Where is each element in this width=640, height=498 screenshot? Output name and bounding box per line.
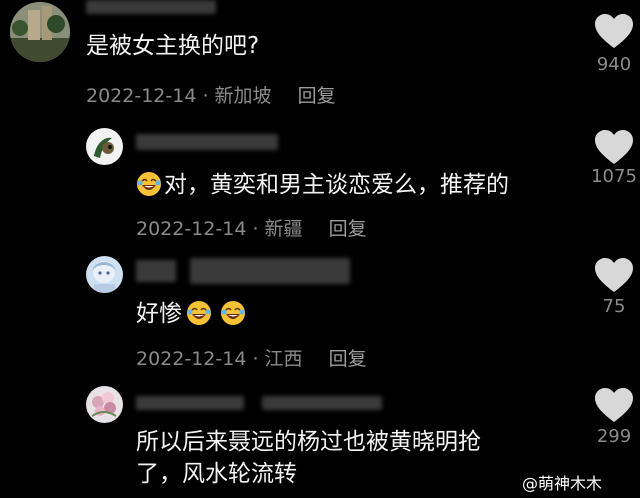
comment-date: 2022-12-14 — [86, 85, 197, 107]
avatar[interactable] — [10, 2, 70, 62]
heart-icon[interactable] — [594, 258, 634, 294]
comment-text: 所以后来聂远的杨过也被黄晓明抢 — [136, 429, 481, 455]
comment-location: 新加坡 — [214, 85, 272, 107]
avatar-image — [86, 128, 123, 165]
avatar[interactable] — [86, 128, 123, 165]
avatar-image — [86, 256, 123, 293]
username-redacted — [136, 134, 278, 150]
username-redacted — [190, 258, 350, 284]
comment-text: 对，黄奕和男主谈恋爱么，推荐的 — [164, 172, 509, 198]
reply-button[interactable]: 回复 — [329, 218, 367, 240]
meta-separator: · — [246, 218, 265, 240]
comment-text: 好惨 — [136, 301, 182, 327]
laughing-tears-emoji-icon — [221, 301, 245, 325]
heart-icon[interactable] — [594, 14, 634, 50]
laughing-tears-emoji-icon — [187, 301, 211, 325]
comment-meta: 2022-12-14 · 新疆 回复 — [136, 214, 367, 241]
comment-meta: 2022-12-14 · 新加坡 回复 — [86, 81, 336, 108]
comment-text: 是被女主换的吧? — [86, 33, 260, 59]
meta-separator: · — [246, 348, 265, 370]
username-redacted — [136, 260, 176, 282]
comment-date: 2022-12-14 — [136, 218, 247, 240]
heart-icon[interactable] — [594, 130, 634, 166]
comment-text: 了，风水轮流转 — [136, 461, 297, 487]
like-count: 75 — [602, 296, 626, 317]
comment-text-row: 好惨 — [136, 298, 248, 330]
like-count: 940 — [596, 54, 632, 75]
like-count: 299 — [596, 426, 632, 447]
reply-button[interactable]: 回复 — [298, 85, 336, 107]
laughing-tears-emoji-icon — [137, 172, 161, 196]
username-redacted — [136, 396, 244, 410]
avatar-image — [86, 386, 123, 423]
meta-separator: · — [196, 85, 215, 107]
comment-date: 2022-12-14 — [136, 348, 247, 370]
avatar-image — [10, 2, 70, 62]
comment-meta: 2022-12-14 · 江西 回复 — [136, 344, 367, 371]
comment-location: 江西 — [264, 348, 303, 370]
avatar[interactable] — [86, 256, 123, 293]
comment-text-row: 对，黄奕和男主谈恋爱么，推荐的 — [136, 169, 509, 201]
avatar[interactable] — [86, 386, 123, 423]
reply-button[interactable]: 回复 — [329, 348, 367, 370]
username-redacted — [86, 0, 216, 14]
heart-icon[interactable] — [594, 388, 634, 424]
username-redacted — [262, 396, 382, 410]
comment-location: 新疆 — [264, 218, 303, 240]
watermark: @萌神木木 — [522, 474, 603, 493]
like-count: 1075 — [591, 166, 637, 187]
